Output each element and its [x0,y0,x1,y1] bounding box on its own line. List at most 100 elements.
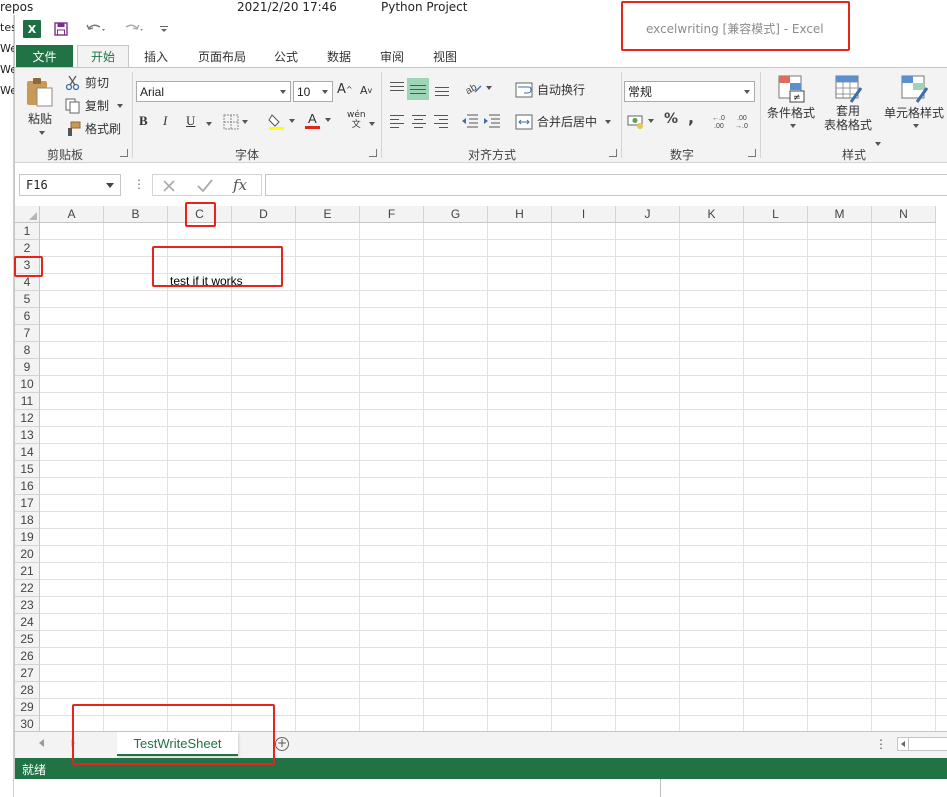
conditional-format-button[interactable]: ≠ 条件格式 [765,74,817,128]
font-name-combo[interactable]: Arial [136,81,291,102]
row-header-15[interactable]: 15 [15,461,40,478]
wrap-text-button[interactable]: 自动换行 [515,81,585,98]
column-header-m[interactable]: M [808,206,872,223]
number-launcher-icon[interactable] [748,149,756,157]
row-header-7[interactable]: 7 [15,325,40,342]
number-format-combo[interactable]: 常规 [624,81,755,102]
row-header-1[interactable]: 1 [15,223,40,240]
decrease-font-icon[interactable]: Av [360,84,372,97]
row-header-13[interactable]: 13 [15,427,40,444]
horizontal-scrollbar[interactable] [897,737,947,751]
alignment-launcher-icon[interactable] [609,149,617,157]
row-header-20[interactable]: 20 [15,546,40,563]
column-header-b[interactable]: B [104,206,168,223]
increase-font-icon[interactable]: A ^ [337,82,353,97]
customize-qat-icon[interactable] [157,19,171,39]
row-header-2[interactable]: 2 [15,240,40,257]
column-header-j[interactable]: J [616,206,680,223]
row-header-16[interactable]: 16 [15,478,40,495]
tab-page-layout[interactable]: 页面布局 [187,45,257,68]
enter-icon[interactable] [197,179,213,193]
scroll-left-icon[interactable] [39,739,44,747]
column-header-h[interactable]: H [488,206,552,223]
redo-icon[interactable] [119,19,149,39]
accounting-format-icon[interactable] [627,113,654,129]
row-header-27[interactable]: 27 [15,665,40,682]
row-header-22[interactable]: 22 [15,580,40,597]
tab-file[interactable]: 文件 [16,45,73,68]
row-header-29[interactable]: 29 [15,699,40,716]
align-middle-icon[interactable] [407,78,429,100]
formula-input[interactable] [265,174,947,196]
cancel-icon[interactable] [162,179,176,193]
row-header-24[interactable]: 24 [15,614,40,631]
align-left-icon[interactable] [388,112,406,130]
bold-button[interactable]: B [139,113,148,129]
paste-button[interactable]: 粘贴 [23,76,57,140]
insert-function-button[interactable]: fx [233,176,247,194]
italic-button[interactable]: I [163,113,167,129]
row-header-17[interactable]: 17 [15,495,40,512]
row-header-5[interactable]: 5 [15,291,40,308]
tab-formulas[interactable]: 公式 [265,45,307,68]
orientation-icon[interactable]: ab [465,80,492,96]
cut-button[interactable]: 剪切 [65,74,109,91]
decrease-decimal-icon[interactable]: .00 →.0 [735,112,755,130]
row-header-8[interactable]: 8 [15,342,40,359]
increase-decimal-icon[interactable]: ←.0.00 [712,112,732,130]
name-box[interactable]: F16 [19,174,121,196]
row-header-30[interactable]: 30 [15,716,40,731]
undo-icon[interactable] [81,19,111,39]
column-header-n[interactable]: N [872,206,936,223]
tab-data[interactable]: 数据 [318,45,360,68]
font-size-combo[interactable]: 10 [293,81,333,102]
borders-icon[interactable] [223,114,248,130]
tab-insert[interactable]: 插入 [135,45,177,68]
column-header-a[interactable]: A [40,206,104,223]
align-bottom-icon[interactable] [433,80,451,98]
row-header-26[interactable]: 26 [15,648,40,665]
row-header-18[interactable]: 18 [15,512,40,529]
tab-home[interactable]: 开始 [77,45,129,68]
row-header-6[interactable]: 6 [15,308,40,325]
align-right-icon[interactable] [432,112,450,130]
increase-indent-icon[interactable] [483,113,501,129]
column-header-f[interactable]: F [360,206,424,223]
row-header-12[interactable]: 12 [15,410,40,427]
align-top-icon[interactable] [388,80,406,98]
column-header-d[interactable]: D [232,206,296,223]
merge-center-button[interactable]: 合并后居中 [515,113,612,130]
row-header-11[interactable]: 11 [15,393,40,410]
save-icon[interactable] [51,19,71,39]
column-header-g[interactable]: G [424,206,488,223]
font-color-icon[interactable]: A [304,111,331,129]
column-header-e[interactable]: E [296,206,360,223]
row-header-25[interactable]: 25 [15,631,40,648]
format-as-table-button[interactable]: 套用 表格格式 [818,74,878,132]
row-header-21[interactable]: 21 [15,563,40,580]
percent-button[interactable]: % [664,111,678,127]
clipboard-launcher-icon[interactable] [120,149,128,157]
scrollbar-left-arrow-icon[interactable] [901,741,905,747]
align-center-icon[interactable] [410,112,428,130]
row-header-28[interactable]: 28 [15,682,40,699]
add-sheet-icon[interactable]: + [275,737,289,751]
decrease-indent-icon[interactable] [461,113,479,129]
cell-styles-button[interactable]: 单元格样式 [881,74,947,128]
phonetic-icon[interactable]: wén 文 [347,110,366,130]
column-header-i[interactable]: I [552,206,616,223]
row-header-9[interactable]: 9 [15,359,40,376]
font-launcher-icon[interactable] [369,149,377,157]
tab-review[interactable]: 审阅 [371,45,413,68]
tab-view[interactable]: 视图 [424,45,466,68]
underline-button[interactable]: U [186,113,195,129]
select-all-corner[interactable] [15,206,40,223]
copy-button[interactable]: 复制 [65,97,124,114]
comma-button[interactable]: , [688,108,694,127]
tab-splitter-icon[interactable]: ⋮ [875,737,887,751]
row-header-10[interactable]: 10 [15,376,40,393]
column-header-k[interactable]: K [680,206,744,223]
row-header-14[interactable]: 14 [15,444,40,461]
row-header-23[interactable]: 23 [15,597,40,614]
format-painter-button[interactable]: 格式刷 [65,120,121,137]
